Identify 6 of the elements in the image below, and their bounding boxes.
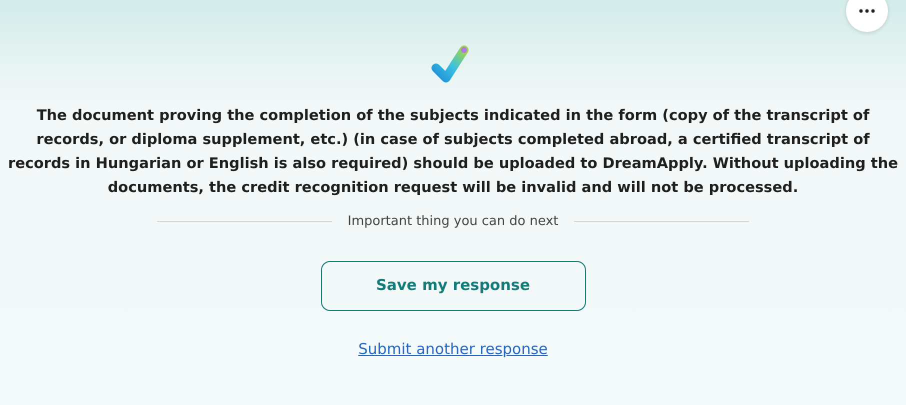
section-divider-label: Important thing you can do next [348, 213, 558, 231]
submit-another-link[interactable]: Submit another response [358, 338, 548, 360]
more-icon [859, 9, 875, 13]
confirmation-message: The document proving the completion of the subjects indicated in the form (copy of the transcript of records, or diploma supplement, etc.) (in case of subjects completed abroad, a certified transcript of records in Hungarian or English is also required) should be uploaded to DreamApply. Without uploading the documents, the credit recognition request will be invalid and will not be processed. [8, 106, 898, 198]
more-options-button[interactable] [846, 0, 888, 32]
save-response-button[interactable]: Save my response [320, 260, 586, 310]
